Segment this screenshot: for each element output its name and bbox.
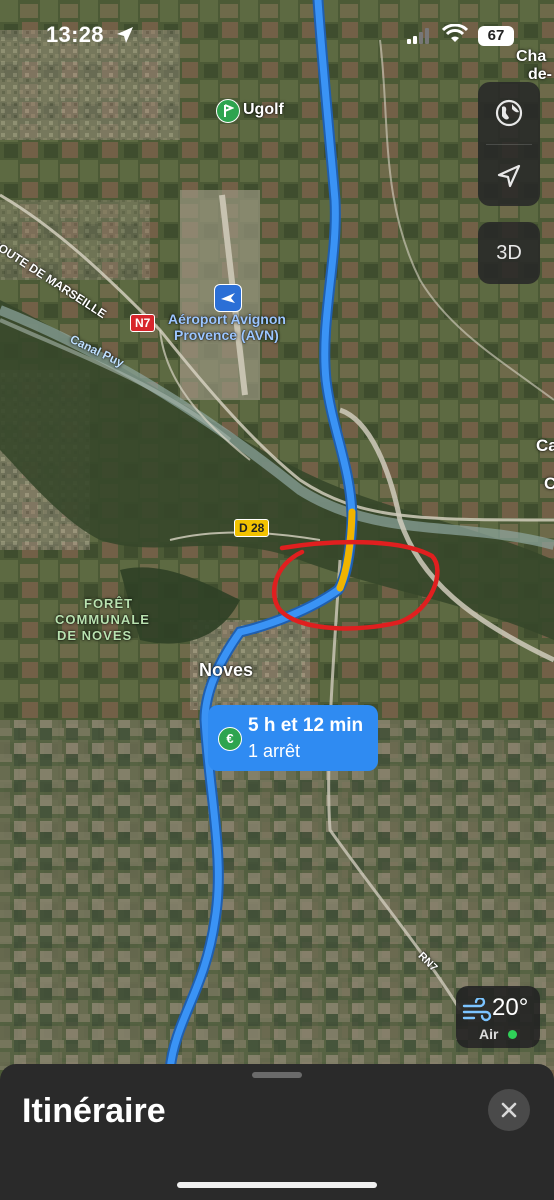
map-label-foret-2: COMMUNALE	[55, 612, 150, 627]
wifi-icon	[442, 24, 468, 42]
locate-me-button[interactable]	[478, 145, 540, 207]
route-duration: 5 h et 12 min	[248, 715, 364, 736]
route-callout[interactable]: € 5 h et 12 min 1 arrêt	[208, 705, 378, 771]
map-label-airport-1[interactable]: Aéroport Avignon	[168, 311, 286, 327]
sheet-grabber[interactable]	[252, 1072, 302, 1078]
map-label-foret-3: DE NOVES	[57, 628, 133, 643]
status-time: 13:28	[46, 22, 104, 47]
map-label-noves[interactable]: Noves	[199, 660, 253, 681]
weather-temperature: 20°	[492, 994, 529, 1021]
map-label-ugolf[interactable]: Ugolf	[243, 101, 284, 119]
cellular-signal-icon	[407, 28, 429, 44]
map-label-edge-c: C	[544, 474, 554, 493]
3d-button[interactable]: 3D	[478, 222, 540, 284]
close-icon	[501, 1102, 517, 1118]
airport-icon[interactable]	[214, 284, 242, 312]
battery-indicator: 67	[478, 26, 514, 46]
map-label-airport-2[interactable]: Provence (AVN)	[174, 327, 279, 343]
map-label-edge-ca: Ca	[536, 436, 554, 455]
map-label-edge-1: Cha	[516, 48, 547, 65]
home-indicator[interactable]	[177, 1182, 377, 1188]
toll-euro-icon: €	[218, 727, 242, 751]
air-quality-label: Air	[479, 1026, 499, 1042]
close-button[interactable]	[488, 1089, 530, 1131]
map-controls	[478, 82, 540, 206]
location-arrow-icon	[497, 164, 521, 188]
route-stops: 1 arrêt	[248, 741, 301, 761]
weather-widget[interactable]: 20° Air	[456, 986, 540, 1048]
map-label-foret-1: FORÊT	[84, 596, 134, 611]
map-mode-button[interactable]	[478, 82, 540, 144]
globe-icon	[495, 99, 523, 127]
wind-icon	[462, 998, 492, 1022]
location-services-icon	[117, 27, 133, 43]
sheet-title: Itinéraire	[22, 1092, 166, 1130]
status-bar: 13:28 67	[0, 0, 554, 70]
road-shield-n7: N7	[130, 314, 156, 332]
road-shield-d28: D 28	[234, 519, 270, 537]
itinerary-sheet[interactable]: Itinéraire	[0, 1064, 554, 1200]
air-quality-dot	[508, 1030, 517, 1039]
golf-icon[interactable]	[216, 99, 240, 123]
